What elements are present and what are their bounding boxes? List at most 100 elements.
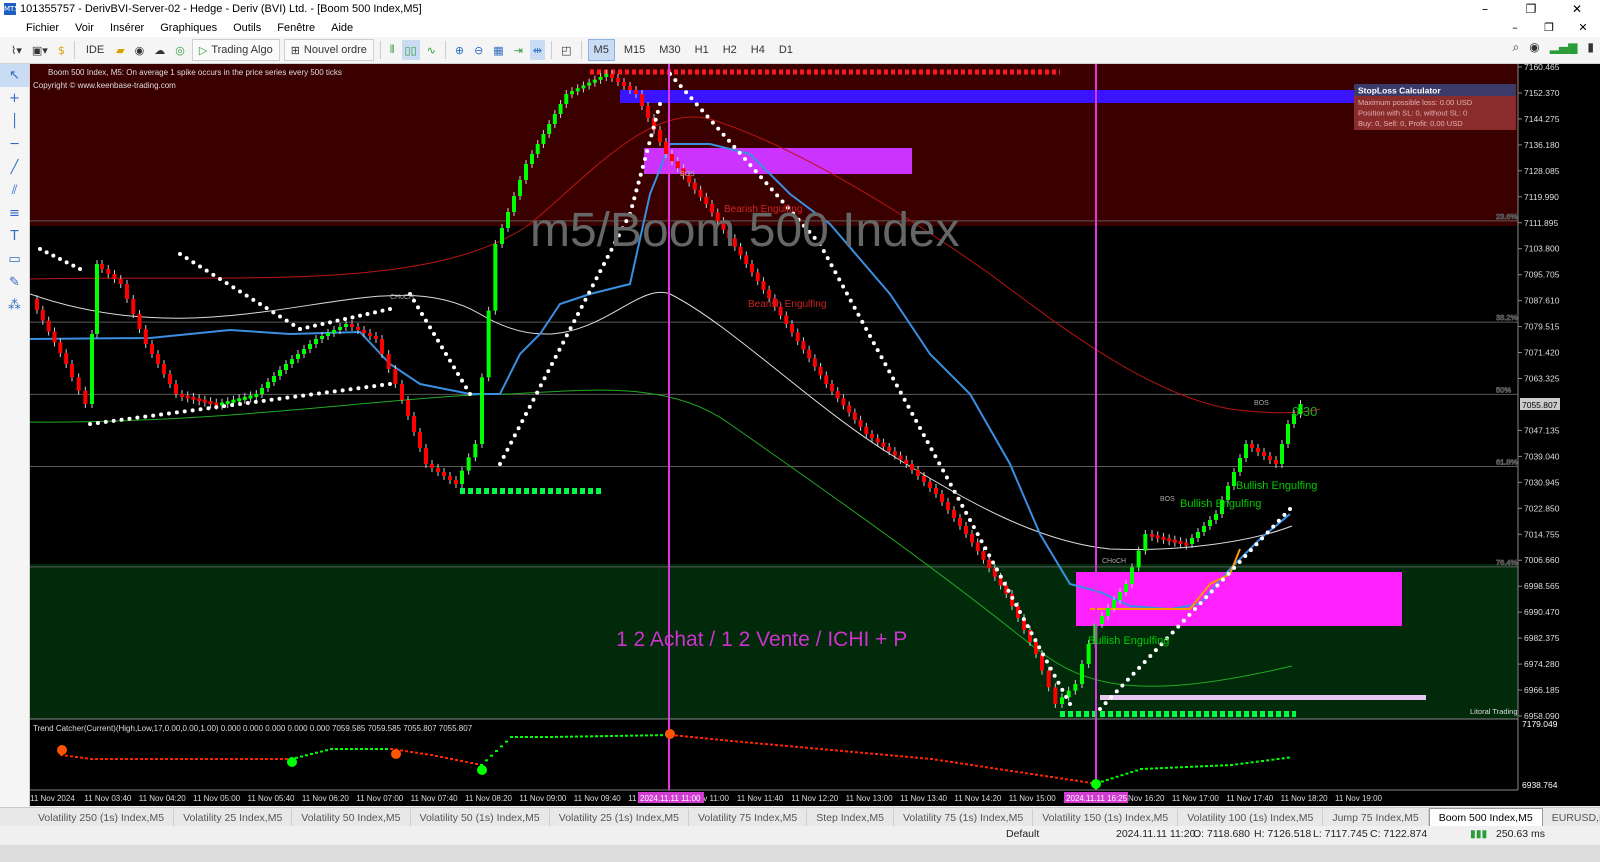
vertical-line-icon[interactable]: │ <box>0 110 29 133</box>
psar-dot <box>38 247 42 251</box>
tab-volatility-50-1s[interactable]: Volatility 50 (1s) Index,M5 <box>411 808 550 827</box>
child-restore-button[interactable]: ❐ <box>1532 18 1566 37</box>
timeframe-m15[interactable]: M15 <box>619 40 650 60</box>
menu-graphiques[interactable]: Graphiques <box>152 22 225 34</box>
cursor-icon[interactable]: ↖ <box>0 64 29 87</box>
trend-catcher-segment <box>950 761 953 763</box>
chart-type-icon[interactable]: ⌇▾ <box>8 40 25 60</box>
candle-body <box>795 332 800 342</box>
text-icon[interactable]: T <box>0 225 29 248</box>
tab-volatility-75-1s[interactable]: Volatility 75 (1s) Index,M5 <box>894 808 1034 827</box>
child-close-button[interactable]: ✕ <box>1566 18 1600 37</box>
pencil-icon[interactable]: ✎ <box>0 271 29 294</box>
timeframe-h4[interactable]: H4 <box>746 40 770 60</box>
menu-inserer[interactable]: Insérer <box>102 22 152 34</box>
psar-dot <box>531 397 536 402</box>
trend-catcher-segment <box>210 758 213 760</box>
chart-shift-icon[interactable]: ⇹ <box>529 40 546 60</box>
psar-dot <box>231 285 236 290</box>
templates-icon[interactable]: ▣▾ <box>29 40 51 60</box>
autoscroll-icon[interactable]: ⇥ <box>511 40 526 60</box>
signal-icon[interactable]: ◉ <box>132 40 148 60</box>
tab-step-index[interactable]: Step Index,M5 <box>807 808 894 827</box>
trend-catcher-segment <box>315 751 318 754</box>
tab-boom-500[interactable]: Boom 500 Index,M5 <box>1428 808 1543 827</box>
psar-dot <box>910 411 915 416</box>
tab-volatility-75[interactable]: Volatility 75 Index,M5 <box>689 808 808 827</box>
line-chart-icon[interactable]: ∿ <box>424 40 439 60</box>
trend-catcher-segment <box>440 756 443 758</box>
menu-fenetre[interactable]: Fenêtre <box>269 22 323 34</box>
trend-catcher-segment <box>1160 767 1163 770</box>
tab-volatility-100-1s[interactable]: Volatility 100 (1s) Index,M5 <box>1178 808 1324 827</box>
candles-icon[interactable]: ▯▯ <box>401 40 420 60</box>
status-profile[interactable]: Default <box>1006 828 1039 840</box>
candle-body <box>214 402 219 406</box>
account-icon[interactable]: ◉ <box>1529 40 1539 55</box>
new-order-button[interactable]: ⊞ Nouvel ordre <box>283 39 374 61</box>
tab-volatility-25-1s[interactable]: Volatility 25 (1s) Index,M5 <box>550 808 689 827</box>
tab-volatility-150-1s[interactable]: Volatility 150 (1s) Index,M5 <box>1033 808 1179 827</box>
demand-rectangle[interactable] <box>1076 572 1402 626</box>
psar-dot <box>868 334 872 338</box>
vps-icon[interactable]: ◎ <box>172 40 188 60</box>
bar-chart-icon[interactable]: ⫴ <box>387 40 398 60</box>
psar-dot <box>1114 689 1119 694</box>
menu-voir[interactable]: Voir <box>67 22 102 34</box>
psar-dot <box>952 489 957 494</box>
close-button[interactable]: ✕ <box>1554 0 1600 18</box>
fibonacci-icon[interactable]: ≡ <box>0 202 29 225</box>
timeframe-m30[interactable]: M30 <box>654 40 685 60</box>
horizontal-line-icon[interactable]: ─ <box>0 133 29 156</box>
cloud-icon[interactable]: ☁ <box>151 40 168 60</box>
level-icon[interactable]: ▮ <box>1587 40 1594 55</box>
tab-volatility-25[interactable]: Volatility 25 Index,M5 <box>174 808 293 827</box>
menu-aide[interactable]: Aide <box>323 22 361 34</box>
lock-icon[interactable]: ▰ <box>113 40 127 60</box>
trend-catcher-segment <box>400 749 403 752</box>
screenshot-icon[interactable]: ◰ <box>558 40 574 60</box>
supply-rectangle[interactable] <box>620 90 1360 103</box>
trend-catcher-segment <box>1075 779 1078 782</box>
ide-button[interactable]: IDE <box>81 40 109 60</box>
timeframe-m5[interactable]: M5 <box>587 39 615 61</box>
price-chart[interactable]: 23.6% 38.2% 50% 61.8% 76.4% 7160.465 7152.370… <box>30 64 1600 806</box>
trendline-icon[interactable]: ╱ <box>0 156 29 179</box>
objects-icon[interactable]: ⁂ <box>0 294 29 317</box>
candle-body <box>841 398 846 406</box>
zoom-in-icon[interactable]: ⊕ <box>452 40 467 60</box>
minimize-button[interactable]: – <box>1462 0 1508 18</box>
trend-catcher-segment <box>170 758 173 760</box>
psar-dot <box>198 407 203 412</box>
trend-catcher-segment <box>940 759 943 762</box>
grid-icon[interactable]: ▦ <box>490 40 506 60</box>
structure-label-5: BOS <box>680 171 695 178</box>
shapes-icon[interactable]: ▭ <box>0 248 29 271</box>
timeframe-d1[interactable]: D1 <box>774 40 798 60</box>
chart-area[interactable]: 23.6% 38.2% 50% 61.8% 76.4% 7160.465 7152.370… <box>30 64 1600 806</box>
tab-jump-75[interactable]: Jump 75 Index,M5 <box>1323 808 1429 827</box>
strategy-annotation[interactable]: 1 2 Achat / 1 2 Vente / ICHI + P <box>616 628 907 651</box>
signal-strength-icon[interactable]: ▂▄▆ <box>1550 40 1578 55</box>
tab-volatility-50[interactable]: Volatility 50 Index,M5 <box>292 808 411 827</box>
menu-outils[interactable]: Outils <box>225 22 269 34</box>
tab-eurusd[interactable]: EURUSD,M5 <box>1543 809 1600 827</box>
timeframe-h1[interactable]: H1 <box>690 40 714 60</box>
zoom-out-icon[interactable]: ⊖ <box>471 40 486 60</box>
channel-icon[interactable]: ⫽ <box>0 179 29 202</box>
child-minimize-button[interactable]: – <box>1498 18 1532 37</box>
price-tick-label: 7144.275 <box>1524 114 1560 124</box>
algo-trading-button[interactable]: ▷ Trading Algo <box>191 39 280 61</box>
trend-catcher-segment <box>420 752 423 755</box>
timeframe-h2[interactable]: H2 <box>718 40 742 60</box>
crosshair-icon[interactable]: + <box>0 87 29 110</box>
maximize-button[interactable]: ❐ <box>1508 0 1554 18</box>
candle-body <box>610 74 614 78</box>
tab-volatility-250-1s[interactable]: Volatility 250 (1s) Index,M5 <box>0 808 175 827</box>
candle-body <box>1214 514 1218 520</box>
psar-dot <box>1282 512 1287 517</box>
search-icon[interactable]: ⌕ <box>1512 40 1519 55</box>
menu-fichier[interactable]: Fichier <box>0 22 67 34</box>
candle-body <box>506 212 510 228</box>
market-icon[interactable]: $ <box>55 40 68 60</box>
